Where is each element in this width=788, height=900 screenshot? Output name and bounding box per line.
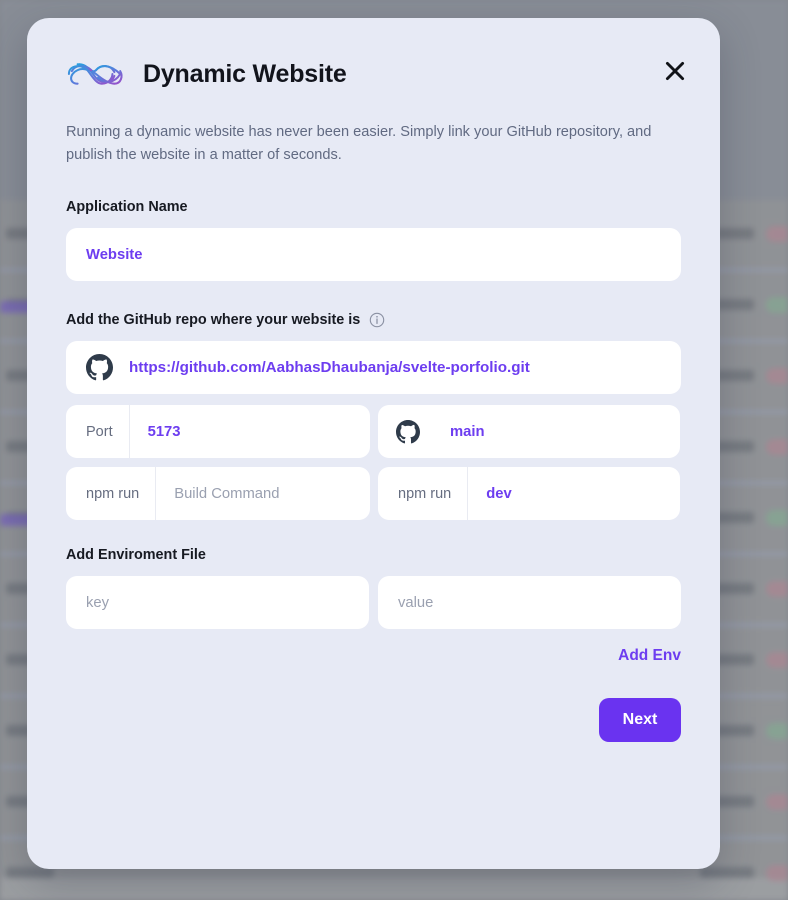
port-field-prefix: Port bbox=[66, 405, 130, 459]
repository-url-text: https://github.com/AabhasDhaubanja/svelt… bbox=[129, 359, 530, 377]
branch-field-prefix bbox=[378, 405, 432, 458]
build-command-field[interactable]: npm run Build Command bbox=[66, 467, 370, 521]
port-field-value: 5173 bbox=[147, 423, 181, 440]
application-name-input[interactable] bbox=[66, 228, 681, 282]
environment-fields-grid bbox=[66, 576, 681, 630]
dynamic-website-modal: Dynamic Website Running a dynamic websit… bbox=[27, 18, 720, 869]
env-value-input[interactable] bbox=[378, 576, 681, 630]
build-command-field-value: Build Command bbox=[174, 485, 280, 502]
application-name-label: Application Name bbox=[66, 199, 681, 215]
close-icon bbox=[665, 61, 685, 81]
modal-description: Running a dynamic website has never been… bbox=[66, 124, 652, 163]
env-key-input[interactable] bbox=[66, 576, 369, 630]
repository-url-field[interactable]: https://github.com/AabhasDhaubanja/svelt… bbox=[66, 341, 681, 395]
page-title: Dynamic Website bbox=[143, 59, 347, 88]
application-name-label-text: Application Name bbox=[66, 199, 188, 216]
environment-label: Add Enviroment File bbox=[66, 547, 681, 563]
close-button[interactable] bbox=[658, 54, 692, 88]
branch-field[interactable]: main bbox=[378, 405, 680, 459]
environment-label-text: Add Enviroment File bbox=[66, 547, 206, 564]
config-fields-grid: Port 5173 main npm run Build Command npm… bbox=[66, 405, 681, 521]
modal-header: Dynamic Website bbox=[66, 57, 681, 91]
port-field[interactable]: Port 5173 bbox=[66, 405, 370, 459]
add-env-button[interactable]: Add Env bbox=[618, 647, 681, 665]
info-circle-icon[interactable] bbox=[369, 312, 385, 328]
run-command-field-prefix: npm run bbox=[378, 467, 469, 521]
add-env-row: Add Env bbox=[66, 647, 681, 665]
repository-label-text: Add the GitHub repo where your website i… bbox=[66, 312, 361, 329]
modal-footer: Next bbox=[66, 698, 681, 743]
branch-field-value: main bbox=[450, 423, 485, 440]
repository-label: Add the GitHub repo where your website i… bbox=[66, 312, 681, 328]
github-icon bbox=[86, 354, 113, 381]
interwoven-waves-logo-icon bbox=[67, 63, 123, 85]
run-command-field-value: dev bbox=[486, 485, 512, 502]
next-button[interactable]: Next bbox=[599, 698, 681, 743]
run-command-field[interactable]: npm run dev bbox=[378, 467, 680, 521]
github-icon bbox=[396, 419, 420, 444]
build-command-field-prefix: npm run bbox=[66, 467, 157, 521]
